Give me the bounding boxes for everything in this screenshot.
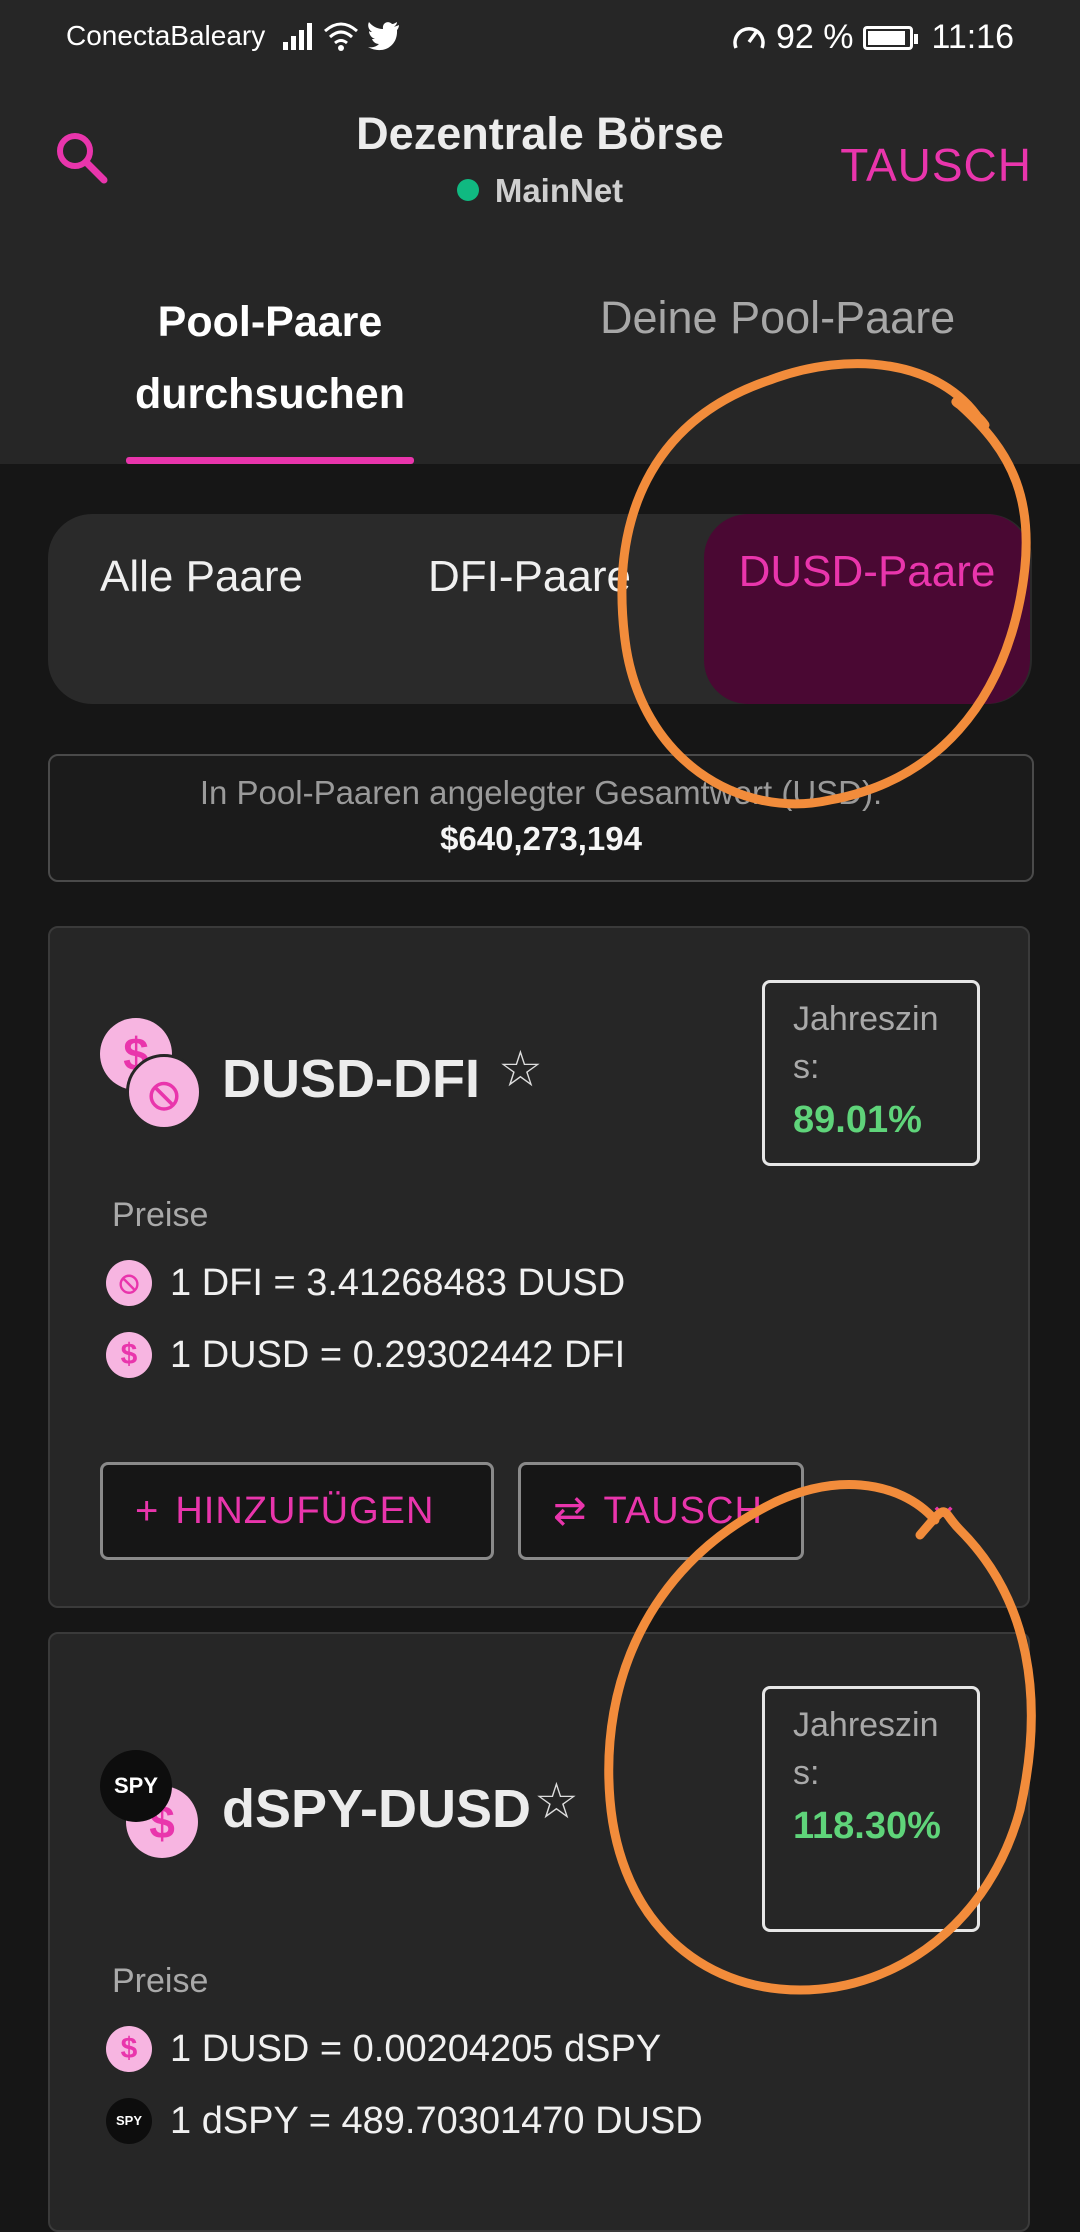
spy-label: SPY [113,1773,159,1798]
battery-icon [863,25,919,50]
price-text: 1 dSPY = 489.70301470 DUSD [170,2099,703,2142]
pair-icons: $ SPY [100,1750,200,1870]
chevron-down-icon[interactable]: ⌄ [926,1478,961,1527]
total-value-locked: In Pool-Paaren angelegter Gesamtwert (US… [48,754,1034,882]
pair-filter: Alle Paare DFI-Paare DUSD-Paare [48,514,1032,704]
apr-box: Jahreszins: 89.01% [762,980,980,1166]
tvl-value: $640,273,194 [440,820,642,857]
apr-value: 118.30% [793,1805,941,1847]
pool-card: $ ⦸ DUSD-DFI ☆ Jahreszins: 89.01% Preise… [48,926,1030,1608]
dusd-token-icon: $ [106,2026,152,2072]
add-liquidity-button[interactable]: + HINZUFÜGEN [100,1462,494,1560]
apr-label: Jahreszins: [793,1706,939,1792]
network-status-dot [456,179,479,202]
dusd-token-icon: $ [106,1332,152,1378]
favorite-star-icon[interactable]: ☆ [534,1772,579,1830]
apr-box: Jahreszins: 118.30% [762,1686,980,1932]
prices-label: Preise [112,1196,209,1234]
pool-tabs: Pool-Paare durchsuchen Deine Pool-Paare [0,244,1080,464]
dfi-token-icon: ⦸ [126,1054,202,1130]
price-row: SPY 1 dSPY = 489.70301470 DUSD [106,2098,703,2144]
apr-label: Jahreszins: [793,1000,939,1086]
price-text: 1 DUSD = 0.29302442 DFI [170,1333,626,1376]
signal-icon [283,22,315,50]
speed-icon [733,26,765,49]
network-name: MainNet [494,172,624,209]
carrier-name: ConectaBaleary [66,20,266,51]
clock: 11:16 [931,18,1014,56]
tab-browse-pool-pairs[interactable]: Pool-Paare durchsuchen [110,286,430,430]
price-row: ⦸ 1 DFI = 3.41268483 DUSD [106,1260,625,1306]
plus-icon: + [135,1488,160,1533]
filter-all-pairs[interactable]: Alle Paare [100,552,303,602]
swap-header-button[interactable]: TAUSCH [840,138,1032,192]
pool-pair-name: DUSD-DFI [222,1049,480,1109]
price-row: $1 DUSD = 0.29302442 DFI [106,1332,625,1378]
wifi-icon [324,22,359,51]
filter-dfi-pairs[interactable]: DFI-Paare [428,552,631,602]
tab-your-pool-pairs[interactable]: Deine Pool-Paare [600,292,955,344]
swap-label: TAUSCH [603,1489,763,1532]
swap-button[interactable]: ⇄ TAUSCH [518,1462,804,1560]
price-row: $1 DUSD = 0.00204205 dSPY [106,2026,661,2072]
price-text: 1 DFI = 3.41268483 DUSD [170,1261,626,1304]
add-label: HINZUFÜGEN [175,1489,435,1532]
swap-arrows-icon: ⇄ [553,1489,588,1533]
apr-value: 89.01% [793,1099,922,1141]
favorite-star-icon[interactable]: ☆ [498,1040,543,1098]
tvl-label: In Pool-Paaren angelegter Gesamtwert (US… [199,774,883,811]
dfi-token-icon: ⦸ [106,1260,152,1306]
pool-pair-name: dSPY-DUSD [222,1779,532,1839]
spy-token-icon: SPY [100,1750,172,1822]
battery-percent: 92 % [775,18,854,56]
twitter-icon [368,22,400,51]
app-header: Dezentrale Börse MainNet TAUSCH [0,76,1080,244]
spy-token-icon: SPY [106,2098,152,2144]
pool-card: $ SPY dSPY-DUSD ☆ Jahreszins: 118.30% Pr… [48,1632,1030,2232]
active-tab-indicator [126,457,414,464]
prices-label: Preise [112,1962,209,2000]
status-bar: ConectaBaleary 92 % 11:16 [0,0,1080,76]
filter-dusd-pairs[interactable]: DUSD-Paare [704,514,1030,704]
pair-icons: $ ⦸ [100,1018,202,1138]
price-text: 1 DUSD = 0.00204205 dSPY [170,2027,662,2070]
